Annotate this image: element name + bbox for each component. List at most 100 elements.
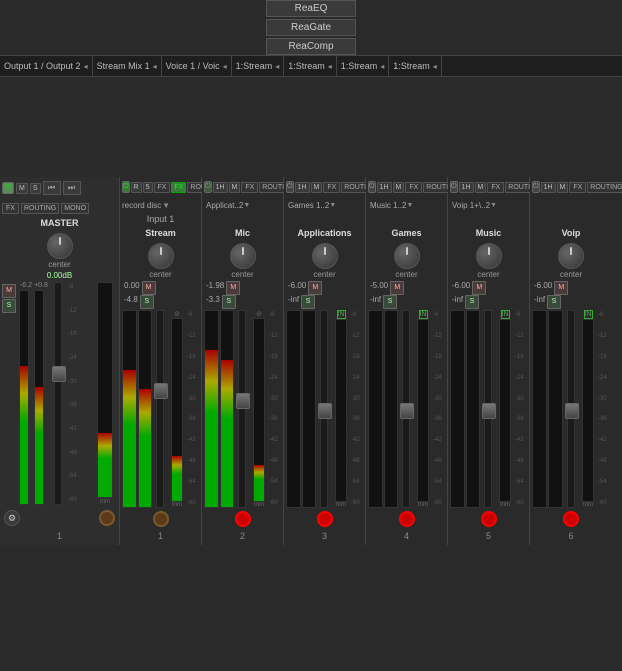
ch3-in-button[interactable]: IN [337,310,346,319]
ch3-knob-label: center [313,270,335,279]
routing-output[interactable]: Output 1 / Output 2 ◂ [0,56,93,76]
ch5-in-button[interactable]: IN [501,310,510,319]
ch1-5-button[interactable]: 5 [143,182,153,193]
routing-stream-3[interactable]: 1:Stream ◂ [337,56,390,76]
routing-stream-2[interactable]: 1:Stream ◂ [284,56,337,76]
ch2-fader-handle[interactable] [236,393,250,409]
ch1-dropdown-arrow[interactable]: ▼ [162,201,170,210]
ch6-in-button[interactable]: IN [584,310,593,319]
ch6-fader[interactable] [567,310,575,508]
reagate-item[interactable]: ReaGate [266,19,356,36]
ch4-power-button[interactable]: ⏻ [368,181,376,193]
ch3-power-button[interactable]: ⏻ [286,181,294,193]
ch3-input-selector[interactable]: Games 1..2 ▼ [286,201,338,210]
master-mute-button[interactable]: M [2,284,16,298]
ch4-fader-handle[interactable] [400,403,414,419]
master-fader[interactable] [54,282,62,505]
ch3-record-circle[interactable] [317,511,333,527]
ch3-fader-handle[interactable] [318,403,332,419]
master-fx-button[interactable]: FX [2,203,19,214]
ch6-record-circle[interactable] [563,511,579,527]
ch4-fader[interactable] [402,310,410,508]
ch5-trim-meter [499,319,511,502]
master-power-button[interactable]: ⏻ [2,182,14,194]
ch4-mute-button[interactable]: M [390,281,404,295]
ch2-solo-button[interactable]: S [222,295,236,309]
reacomp-item[interactable]: ReaComp [266,38,356,55]
ch6-fader-handle[interactable] [565,403,579,419]
master-gear-button[interactable]: ⚙ [4,510,20,526]
ch2-record-circle[interactable] [235,511,251,527]
routing-stream-4[interactable]: 1:Stream ◂ [389,56,442,76]
master-s-button[interactable]: S [30,183,41,194]
transport-fwd[interactable]: ⏭ [63,181,81,195]
master-knob[interactable] [47,233,73,259]
ch2-input-selector[interactable]: Applicat..2 ▼ [204,201,252,210]
ch1-record-circle[interactable] [153,511,169,527]
ch6-m-button2[interactable]: M [557,182,569,193]
ch3-1h-button[interactable]: 1H [295,182,310,193]
ch3-m-button2[interactable]: M [311,182,323,193]
ch5-mute-button[interactable]: M [472,281,486,295]
ch1-knob[interactable] [148,243,174,269]
ch6-fx-button[interactable]: FX [569,182,586,193]
ch3-fx-button[interactable]: FX [323,182,340,193]
ch2-m-button2[interactable]: M [229,182,241,193]
ch1-fx-button[interactable]: FX [154,182,171,193]
ch1-fader-handle[interactable] [154,383,168,399]
ch4-1h-button[interactable]: 1H [377,182,392,193]
ch6-knob[interactable] [558,243,584,269]
master-routing-button[interactable]: ROUTING [21,203,59,214]
ch6-routing-button[interactable]: ROUTING [587,182,622,193]
ch5-solo-button[interactable]: S [465,295,479,309]
ch5-fx-button[interactable]: FX [487,182,504,193]
routing-stream-mix-label: Stream Mix 1 [97,61,150,71]
ch5-fader-handle[interactable] [482,403,496,419]
ch1-fx2-button[interactable]: FX [171,182,186,193]
ch5-power-button[interactable]: ⏻ [450,181,458,193]
ch4-m-button2[interactable]: M [393,182,405,193]
ch4-knob[interactable] [394,243,420,269]
ch1-solo-button[interactable]: S [140,295,154,309]
routing-stream-mix[interactable]: Stream Mix 1 ◂ [93,56,162,76]
master-fader-handle[interactable] [52,366,66,382]
ch1-mute-button[interactable]: M [142,281,156,295]
ch5-record-circle[interactable] [481,511,497,527]
ch3-knob[interactable] [312,243,338,269]
master-record-circle[interactable] [99,510,115,526]
transport-back[interactable]: ⏮ [43,181,61,195]
ch4-record-circle[interactable] [399,511,415,527]
ch2-mute-button[interactable]: M [226,281,240,295]
ch2-fader[interactable] [238,310,246,508]
ch5-m-button2[interactable]: M [475,182,487,193]
master-m-button[interactable]: M [16,183,28,194]
ch6-1h-button[interactable]: 1H [541,182,556,193]
master-solo-button[interactable]: S [2,299,16,313]
ch4-fx-button[interactable]: FX [405,182,422,193]
ch5-1h-button[interactable]: 1H [459,182,474,193]
ch5-input-selector[interactable]: Voip 1+\..2 ▼ [450,201,499,210]
routing-stream-1[interactable]: 1:Stream ◂ [232,56,285,76]
ch6-solo-button[interactable]: S [547,295,561,309]
ch4-solo-button[interactable]: S [383,295,397,309]
reaeq-item[interactable]: ReaEQ [266,0,356,17]
ch2-power-button[interactable]: ⏻ [204,181,212,193]
ch6-power-button[interactable]: ⏻ [532,181,540,193]
ch5-fader[interactable] [484,310,492,508]
ch4-input-selector[interactable]: Music 1..2 ▼ [368,201,415,210]
ch2-knob[interactable] [230,243,256,269]
routing-voice[interactable]: Voice 1 / Voic ◂ [162,56,232,76]
ch6-mute-button[interactable]: M [554,281,568,295]
ch1-fader[interactable] [156,310,164,508]
ch5-knob[interactable] [476,243,502,269]
ch3-mute-button[interactable]: M [308,281,322,295]
ch1-power-button[interactable]: ⏻ [122,181,130,193]
ch1-r-button[interactable]: R [131,182,142,193]
ch2-1h-button[interactable]: 1H [213,182,228,193]
ch4-in-button[interactable]: IN [419,310,428,319]
ch6-sub-label [530,213,612,227]
ch3-solo-button[interactable]: S [301,295,315,309]
ch2-fx-button[interactable]: FX [241,182,258,193]
master-mono-button[interactable]: MONO [61,203,89,214]
ch3-fader[interactable] [320,310,328,508]
